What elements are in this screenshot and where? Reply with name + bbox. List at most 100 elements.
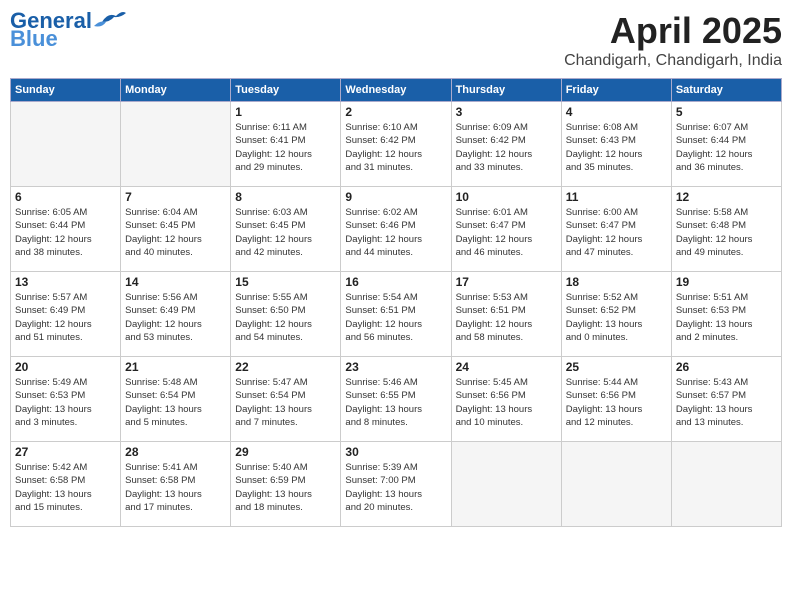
calendar-cell: 16Sunrise: 5:54 AMSunset: 6:51 PMDayligh… xyxy=(341,272,451,357)
day-info-line: Sunrise: 5:41 AM xyxy=(125,461,226,474)
location-title: Chandigarh, Chandigarh, India xyxy=(564,52,782,70)
day-info-line: Sunset: 6:54 PM xyxy=(125,389,226,402)
week-row-4: 20Sunrise: 5:49 AMSunset: 6:53 PMDayligh… xyxy=(11,357,782,442)
day-info-line: Sunrise: 5:49 AM xyxy=(15,376,116,389)
calendar-cell: 14Sunrise: 5:56 AMSunset: 6:49 PMDayligh… xyxy=(121,272,231,357)
calendar-cell xyxy=(561,442,671,527)
day-info-line: Sunset: 6:48 PM xyxy=(676,219,777,232)
calendar-cell: 17Sunrise: 5:53 AMSunset: 6:51 PMDayligh… xyxy=(451,272,561,357)
day-info-line: Daylight: 12 hours xyxy=(456,233,557,246)
day-info-line: Sunset: 6:58 PM xyxy=(125,474,226,487)
day-info-line: Sunset: 6:53 PM xyxy=(676,304,777,317)
day-number: 22 xyxy=(235,360,336,374)
logo: General Blue xyxy=(10,10,126,50)
day-number: 20 xyxy=(15,360,116,374)
calendar-cell: 26Sunrise: 5:43 AMSunset: 6:57 PMDayligh… xyxy=(671,357,781,442)
week-row-3: 13Sunrise: 5:57 AMSunset: 6:49 PMDayligh… xyxy=(11,272,782,357)
day-info-line: Daylight: 12 hours xyxy=(235,318,336,331)
day-info-line: Sunrise: 6:11 AM xyxy=(235,121,336,134)
day-info-line: Sunset: 6:43 PM xyxy=(566,134,667,147)
day-info-line: and 15 minutes. xyxy=(15,501,116,514)
week-row-1: 1Sunrise: 6:11 AMSunset: 6:41 PMDaylight… xyxy=(11,102,782,187)
logo-blue: Blue xyxy=(10,28,58,50)
calendar-cell: 27Sunrise: 5:42 AMSunset: 6:58 PMDayligh… xyxy=(11,442,121,527)
day-number: 5 xyxy=(676,105,777,119)
calendar-cell: 6Sunrise: 6:05 AMSunset: 6:44 PMDaylight… xyxy=(11,187,121,272)
calendar-cell: 12Sunrise: 5:58 AMSunset: 6:48 PMDayligh… xyxy=(671,187,781,272)
day-info-line: Daylight: 13 hours xyxy=(676,318,777,331)
day-info-line: and 47 minutes. xyxy=(566,246,667,259)
day-info-line: Daylight: 12 hours xyxy=(345,233,446,246)
day-info-line: Sunrise: 6:05 AM xyxy=(15,206,116,219)
weekday-thursday: Thursday xyxy=(451,79,561,102)
day-info-line: Sunrise: 5:51 AM xyxy=(676,291,777,304)
day-info-line: Daylight: 13 hours xyxy=(676,403,777,416)
day-info-line: and 58 minutes. xyxy=(456,331,557,344)
day-number: 16 xyxy=(345,275,446,289)
day-info-line: Sunset: 6:49 PM xyxy=(15,304,116,317)
day-number: 3 xyxy=(456,105,557,119)
day-number: 28 xyxy=(125,445,226,459)
calendar-cell: 20Sunrise: 5:49 AMSunset: 6:53 PMDayligh… xyxy=(11,357,121,442)
calendar-cell: 13Sunrise: 5:57 AMSunset: 6:49 PMDayligh… xyxy=(11,272,121,357)
day-info-line: Daylight: 12 hours xyxy=(235,148,336,161)
calendar-cell: 15Sunrise: 5:55 AMSunset: 6:50 PMDayligh… xyxy=(231,272,341,357)
day-info-line: Daylight: 13 hours xyxy=(125,403,226,416)
day-info-line: and 8 minutes. xyxy=(345,416,446,429)
day-info-line: Sunset: 6:58 PM xyxy=(15,474,116,487)
day-info-line: Sunrise: 5:57 AM xyxy=(15,291,116,304)
calendar-cell: 24Sunrise: 5:45 AMSunset: 6:56 PMDayligh… xyxy=(451,357,561,442)
calendar-cell: 18Sunrise: 5:52 AMSunset: 6:52 PMDayligh… xyxy=(561,272,671,357)
day-info-line: Daylight: 13 hours xyxy=(235,488,336,501)
day-info-line: and 31 minutes. xyxy=(345,161,446,174)
day-number: 27 xyxy=(15,445,116,459)
day-info-line: Daylight: 13 hours xyxy=(566,318,667,331)
day-info-line: and 35 minutes. xyxy=(566,161,667,174)
day-info-line: and 17 minutes. xyxy=(125,501,226,514)
day-info-line: and 5 minutes. xyxy=(125,416,226,429)
calendar-cell: 3Sunrise: 6:09 AMSunset: 6:42 PMDaylight… xyxy=(451,102,561,187)
day-info-line: and 42 minutes. xyxy=(235,246,336,259)
day-info-line: and 33 minutes. xyxy=(456,161,557,174)
day-number: 4 xyxy=(566,105,667,119)
calendar-cell: 28Sunrise: 5:41 AMSunset: 6:58 PMDayligh… xyxy=(121,442,231,527)
day-info-line: Sunrise: 6:02 AM xyxy=(345,206,446,219)
calendar-cell: 1Sunrise: 6:11 AMSunset: 6:41 PMDaylight… xyxy=(231,102,341,187)
day-info-line: Sunset: 6:50 PM xyxy=(235,304,336,317)
calendar-cell: 19Sunrise: 5:51 AMSunset: 6:53 PMDayligh… xyxy=(671,272,781,357)
day-number: 12 xyxy=(676,190,777,204)
day-info-line: Daylight: 13 hours xyxy=(456,403,557,416)
day-info-line: Sunset: 7:00 PM xyxy=(345,474,446,487)
day-info-line: Daylight: 12 hours xyxy=(566,233,667,246)
day-info-line: Sunrise: 5:54 AM xyxy=(345,291,446,304)
day-number: 7 xyxy=(125,190,226,204)
day-number: 10 xyxy=(456,190,557,204)
day-number: 8 xyxy=(235,190,336,204)
month-title: April 2025 xyxy=(564,10,782,52)
day-info-line: and 51 minutes. xyxy=(15,331,116,344)
calendar-cell: 5Sunrise: 6:07 AMSunset: 6:44 PMDaylight… xyxy=(671,102,781,187)
day-info-line: and 56 minutes. xyxy=(345,331,446,344)
day-info-line: Sunrise: 5:39 AM xyxy=(345,461,446,474)
day-info-line: Sunrise: 5:44 AM xyxy=(566,376,667,389)
day-info-line: Sunset: 6:42 PM xyxy=(345,134,446,147)
day-info-line: Sunrise: 5:47 AM xyxy=(235,376,336,389)
day-info-line: and 2 minutes. xyxy=(676,331,777,344)
weekday-wednesday: Wednesday xyxy=(341,79,451,102)
week-row-5: 27Sunrise: 5:42 AMSunset: 6:58 PMDayligh… xyxy=(11,442,782,527)
day-info-line: Sunset: 6:59 PM xyxy=(235,474,336,487)
day-info-line: Sunset: 6:44 PM xyxy=(676,134,777,147)
day-info-line: and 49 minutes. xyxy=(676,246,777,259)
day-info-line: Daylight: 13 hours xyxy=(345,488,446,501)
day-info-line: Sunset: 6:47 PM xyxy=(566,219,667,232)
day-info-line: Daylight: 13 hours xyxy=(345,403,446,416)
header: General Blue April 2025 Chandigarh, Chan… xyxy=(10,10,782,70)
day-info-line: Sunrise: 5:45 AM xyxy=(456,376,557,389)
day-info-line: Sunrise: 6:03 AM xyxy=(235,206,336,219)
day-info-line: Sunrise: 5:48 AM xyxy=(125,376,226,389)
day-info-line: Sunset: 6:41 PM xyxy=(235,134,336,147)
day-info-line: Daylight: 13 hours xyxy=(15,403,116,416)
day-info-line: and 46 minutes. xyxy=(456,246,557,259)
day-number: 9 xyxy=(345,190,446,204)
day-info-line: and 0 minutes. xyxy=(566,331,667,344)
